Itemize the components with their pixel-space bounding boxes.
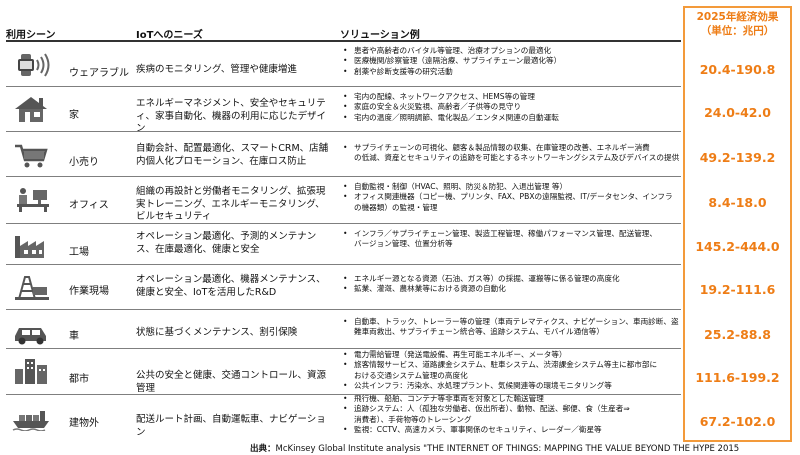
- cargo-ship-icon: [8, 402, 54, 432]
- solution-item: 電力需給管理（発送電設備、再生可能エネルギー、メータ等）: [340, 350, 680, 360]
- solution-item: の機器類）の監視・管理: [354, 202, 438, 212]
- solution-item: 家庭の安全＆火災監視、高齢者／子供等の見守り: [340, 102, 680, 112]
- needs-text: 配送ルート計画、自動運転車、ナビゲーション: [136, 414, 326, 438]
- needs-text: オペレーション最適化、予測的メンテナンス、在庫最適化、健康と安全: [136, 231, 317, 255]
- source-text: McKinsey Global Institute analysis "THE …: [275, 444, 740, 454]
- solution-item: エネルギー源となる資源（石油、ガス等）の採掘、運搬等に係る管理の高度化: [340, 274, 680, 284]
- economic-value: 111.6-199.2: [695, 370, 780, 385]
- solution-item: 自動監視・制御（HVAC、照明、防災＆防犯、入退出管理 等）: [340, 182, 680, 192]
- scene-label: 車: [69, 331, 79, 342]
- row-divider: [6, 86, 681, 87]
- scene-label: 工場: [69, 247, 89, 258]
- economic-value: 25.2-88.8: [704, 327, 771, 342]
- solution-item: 飛行機、船舶、コンテナ等非車両を対象とした輸送管理: [340, 394, 680, 404]
- factory-icon: [8, 231, 54, 261]
- economic-value: 145.2-444.0: [695, 239, 780, 254]
- header-economic-effect: 2025年経済効果 （単位：兆円）: [683, 10, 792, 38]
- header-solutions: ソリューション例: [340, 30, 420, 41]
- wearable-icon: [8, 50, 54, 80]
- solution-item: インフラ／サプライチェーン管理、製造工程管理、稼働パフォーマンス管理、配送管理、: [340, 229, 680, 239]
- solution-list: インフラ／サプライチェーン管理、製造工程管理、稼働パフォーマンス管理、配送管理、…: [340, 229, 680, 250]
- scene-label: ウェアラブル: [69, 68, 129, 79]
- row-divider: [6, 348, 681, 349]
- needs-text: 公共の安全と健康、交通コントロール、資源管理: [136, 370, 327, 394]
- economic-value: 20.4-190.8: [699, 62, 776, 77]
- office-desk-icon: [8, 184, 54, 214]
- economic-value: 67.2-102.0: [699, 414, 776, 429]
- header-scene: 利用シーン: [6, 30, 56, 41]
- solution-list: 飛行機、船舶、コンテナ等非車両を対象とした輸送管理 追跡システム：人（孤独な労働…: [340, 394, 680, 436]
- row-divider: [6, 264, 681, 265]
- solution-list: サプライチェーンの可視化、顧客＆製品情報の収集、在庫管理の改善、エネルギー消費 …: [340, 143, 680, 164]
- scene-label: 都市: [69, 374, 89, 385]
- solution-item: サプライチェーンの可視化、顧客＆製品情報の収集、在庫管理の改善、エネルギー消費: [340, 143, 680, 153]
- needs-text: エネルギーマネジメント、安全やセキュリティ、家事自動化、機器の利用に応じたデザイ…: [136, 98, 327, 134]
- solution-item: 消費者）、手荷物等のトレーシング: [354, 414, 472, 424]
- solution-item: バージョン管理、位置分析等: [354, 239, 453, 249]
- solution-item: 宅内の配線、ネットワークアクセス、HEMS等の管理: [340, 92, 680, 102]
- solution-item: おける交通システム管理の高度化: [354, 370, 468, 380]
- oil-rig-icon: [8, 272, 54, 302]
- solution-item: 監視：CCTV、高速カメラ、軍事関係のセキュリティ、レーダー／衛星等: [340, 425, 680, 435]
- house-icon: [8, 94, 54, 124]
- solution-item: 公共インフラ：汚染水、水処理プラント、気候関連等の環境モニタリング等: [340, 381, 680, 391]
- row-divider: [6, 131, 681, 132]
- economic-value: 49.2-139.2: [699, 150, 776, 165]
- city-buildings-icon: [8, 356, 54, 386]
- solution-item: 創薬や診断支援等の研究活動: [340, 67, 680, 77]
- shopping-cart-icon: [8, 141, 54, 171]
- needs-text: 組織の再設計と労働者モニタリング、拡張現実トレーニング、エネルギーモニタリング、…: [136, 186, 326, 222]
- solution-item: 旅客情報サービス、道路課金システム、駐車システム、渋滞課金システム等主に都市部に: [340, 360, 680, 370]
- header-divider: [6, 40, 681, 42]
- solution-item: 自動車、トラック、トレーラー等の管理（車両テレマティクス、ナビゲーション、車両診…: [340, 317, 680, 327]
- scene-label: 建物外: [69, 418, 99, 429]
- row-divider: [6, 309, 681, 310]
- header-economic-effect-unit: （単位：兆円）: [700, 25, 775, 37]
- solution-list: 宅内の配線、ネットワークアクセス、HEMS等の管理 家庭の安全＆火災監視、高齢者…: [340, 92, 680, 123]
- solution-item: 鉱業、灌漑、農林業等における資源の自動化: [340, 284, 680, 294]
- solution-item: 追跡システム：人（孤独な労働者、仮出所者）、動物、配送、郵便、食（生産者⇒: [340, 404, 680, 414]
- solution-item: 宅内の温度／照明調節、電化製品／エンタメ関連の自動運転: [340, 113, 680, 123]
- scene-label: 作業現場: [69, 286, 109, 297]
- solution-item: オフィス関連機器（コピー機、プリンタ、FAX、PBXの遠隔監視、IT/データセン…: [340, 192, 680, 202]
- row-divider: [6, 176, 681, 177]
- scene-label: オフィス: [69, 200, 109, 211]
- scene-label: 家: [69, 110, 79, 121]
- row-divider: [6, 223, 681, 224]
- solution-list: エネルギー源となる資源（石油、ガス等）の採掘、運搬等に係る管理の高度化 鉱業、灌…: [340, 274, 680, 295]
- source-citation: 出典：McKinsey Global Institute analysis "T…: [250, 442, 739, 454]
- solution-item: 医療機関/診察管理（遠隔治療、サプライチェーン最適化等）: [340, 56, 680, 66]
- needs-text: 自動会計、配置最適化、スマートCRM、店舗内個人化プロモーション、在庫ロス防止: [136, 143, 329, 167]
- solution-item: 難車両救出、サプライチェーン統合等、追跡システム、モバイル通信等）: [354, 327, 604, 337]
- car-icon: [8, 317, 54, 347]
- header-economic-effect-line1: 2025年経済効果: [696, 11, 779, 23]
- solution-item: の低減、資産とセキュリティの追跡を可能とするネットワーキングシステム及びデバイス…: [354, 153, 680, 163]
- economic-value: 24.0-42.0: [704, 105, 771, 120]
- solution-list: 患者や高齢者のバイタル等管理、治療オプションの最適化 医療機関/診察管理（遠隔治…: [340, 46, 680, 77]
- economic-value: 19.2-111.6: [699, 282, 776, 297]
- needs-text: 状態に基づくメンテナンス、割引保険: [136, 327, 298, 338]
- solution-item: 患者や高齢者のバイタル等管理、治療オプションの最適化: [340, 46, 680, 56]
- solution-list: 自動監視・制御（HVAC、照明、防災＆防犯、入退出管理 等） オフィス関連機器（…: [340, 182, 680, 213]
- header-needs: IoTへのニーズ: [136, 30, 203, 41]
- economic-value: 8.4-18.0: [708, 195, 767, 210]
- needs-text: 疾病のモニタリング、管理や健康増進: [136, 64, 297, 75]
- solution-list: 自動車、トラック、トレーラー等の管理（車両テレマティクス、ナビゲーション、車両診…: [340, 317, 680, 338]
- scene-label: 小売り: [69, 157, 99, 168]
- needs-text: オペレーション最適化、機器メンテナンス、健康と安全、IoTを活用したR&D: [136, 274, 326, 298]
- source-label: 出典：: [250, 444, 276, 454]
- solution-list: 電力需給管理（発送電設備、再生可能エネルギー、メータ等） 旅客情報サービス、道路…: [340, 350, 680, 392]
